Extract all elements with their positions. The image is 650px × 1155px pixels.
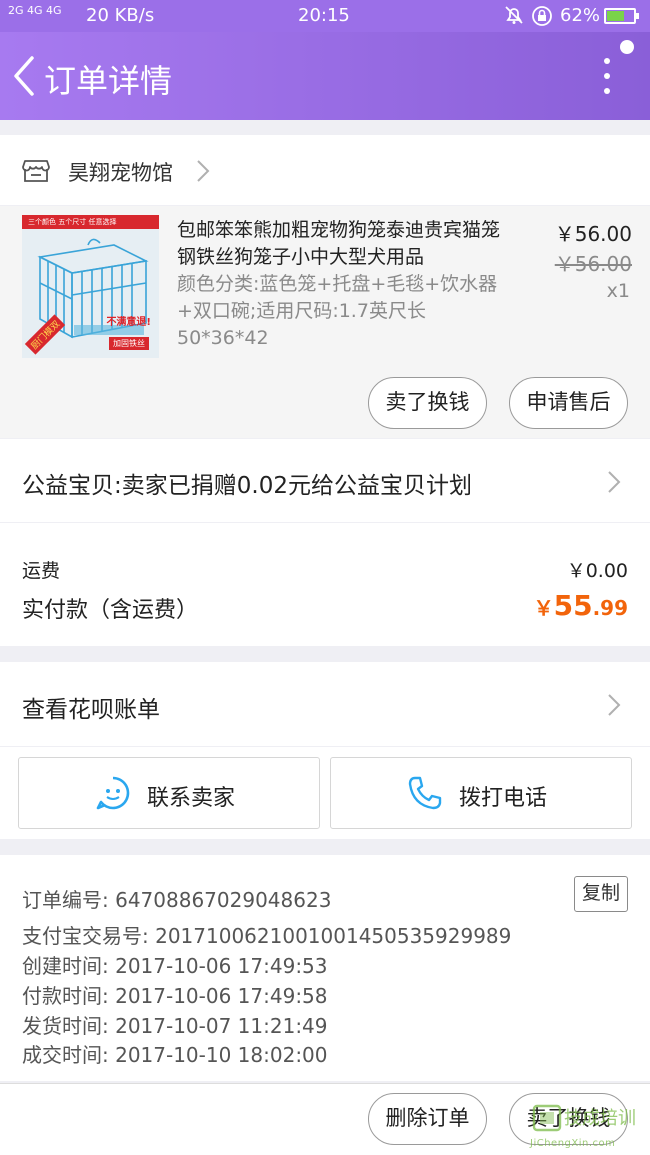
store-row[interactable]: 昊翔宠物馆 xyxy=(0,135,650,205)
fee-summary: 运费 ￥0.00 实付款（含运费） ￥55.99 xyxy=(0,523,650,646)
copy-button[interactable]: 复制 xyxy=(574,876,628,912)
contact-seller-label: 联系卖家 xyxy=(147,786,236,811)
product-spec: 颜色分类:蓝色笼+托盘+毛毯+饮水器+双口碗;适用尺码:1.7英尺长50*36*… xyxy=(177,273,498,349)
app-bar: 订单详情 xyxy=(0,32,650,120)
shipping-label: 运费 xyxy=(22,560,61,582)
charity-text: 公益宝贝:卖家已捐赠0.02元给公益宝贝计划 xyxy=(22,473,472,499)
paid-label: 实付款（含运费） xyxy=(22,598,199,623)
charity-row[interactable]: 公益宝贝:卖家已捐赠0.02元给公益宝贝计划 xyxy=(0,439,650,522)
product-item: 三个颜色 五个尺寸 任意选择 厨门模双 不满意退! 加固铁丝 包邮笨笨熊加粗宠物… xyxy=(0,206,650,438)
product-quantity: x1 xyxy=(606,280,630,302)
contact-seller-button[interactable]: 联系卖家 xyxy=(18,757,320,829)
chevron-right-icon xyxy=(196,159,210,187)
image-promo-label: 不满意退! xyxy=(106,317,151,328)
product-title[interactable]: 包邮笨笨熊加粗宠物狗笼泰迪贵宾猫笼钢铁丝狗笼子小中大型犬用品 xyxy=(177,217,517,271)
huabei-bill-row[interactable]: 查看花呗账单 xyxy=(0,662,650,746)
page-title: 订单详情 xyxy=(44,62,173,100)
store-name: 昊翔宠物馆 xyxy=(68,161,173,185)
battery-percent: 62% xyxy=(560,5,601,26)
alipay-trade-number: 支付宝交易号: 2017100621001001450535929989 xyxy=(22,924,512,948)
sell-button[interactable]: 卖了换钱 xyxy=(368,377,487,429)
chevron-right-icon xyxy=(606,469,622,499)
shipped-time: 发货时间: 2017-10-07 11:21:49 xyxy=(22,1014,328,1038)
phone-icon xyxy=(408,776,442,810)
signal-icon: 2G 4G 4G xyxy=(8,4,62,17)
image-caption: 三个颜色 五个尺寸 任意选择 xyxy=(22,215,159,229)
battery-icon xyxy=(604,8,639,24)
huabei-text: 查看花呗账单 xyxy=(22,697,160,723)
network-speed: 20 KB/s xyxy=(86,5,155,26)
paid-amount: ￥55.99 xyxy=(533,589,628,622)
completed-time: 成交时间: 2017-10-10 18:02:00 xyxy=(22,1043,328,1067)
created-time: 创建时间: 2017-10-06 17:49:53 xyxy=(22,954,328,978)
clock: 20:15 xyxy=(298,5,350,26)
more-vertical-icon[interactable] xyxy=(592,56,622,100)
status-bar: 2G 4G 4G 20 KB/s 20:15 62% xyxy=(0,0,650,32)
chevron-left-icon[interactable] xyxy=(8,50,42,102)
contact-bar: 联系卖家 拨打电话 xyxy=(0,747,650,839)
product-original-price: ￥56.00 xyxy=(554,252,632,276)
chat-icon xyxy=(96,776,130,810)
call-label: 拨打电话 xyxy=(459,786,548,811)
call-button[interactable]: 拨打电话 xyxy=(330,757,632,829)
product-price: ￥56.00 xyxy=(554,222,632,246)
delete-order-button[interactable]: 删除订单 xyxy=(368,1093,487,1145)
notification-dot xyxy=(620,40,634,54)
after-sale-button[interactable]: 申请售后 xyxy=(509,377,628,429)
watermark-url: JiChengXin.com xyxy=(530,1138,616,1149)
watermark-logo-icon xyxy=(532,1104,562,1132)
product-image[interactable]: 三个颜色 五个尺寸 任意选择 厨门模双 不满意退! 加固铁丝 xyxy=(22,215,159,358)
paid-time: 付款时间: 2017-10-06 17:49:58 xyxy=(22,984,328,1008)
order-info: 订单编号: 64708867029048623 复制 支付宝交易号: 20171… xyxy=(0,855,650,1081)
chevron-right-icon xyxy=(606,692,622,722)
mute-bell-icon xyxy=(503,4,525,31)
order-number: 订单编号: 64708867029048623 xyxy=(22,888,332,912)
shipping-value: ￥0.00 xyxy=(566,560,628,582)
image-promo-label: 加固铁丝 xyxy=(109,337,149,350)
rotation-lock-icon xyxy=(530,4,554,33)
store-icon xyxy=(22,157,50,187)
watermark: 技成培训 JiChengXin.com xyxy=(530,1100,648,1152)
watermark-brand: 技成培训 xyxy=(564,1108,636,1129)
